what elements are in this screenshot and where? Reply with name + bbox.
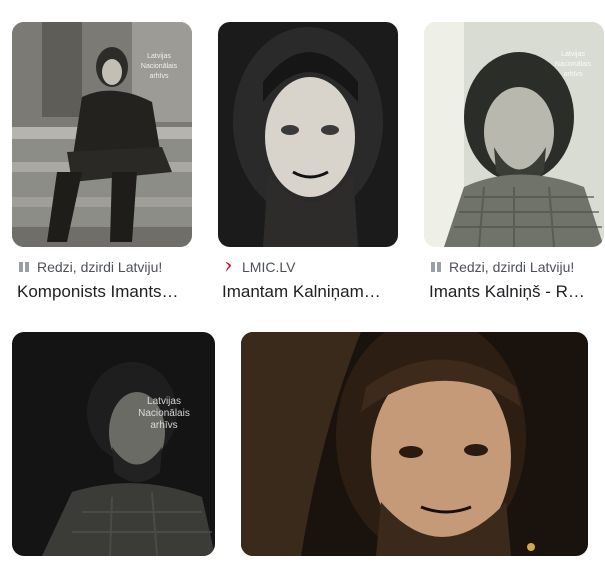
result-title[interactable]: Imants Kalniņš - R…	[429, 282, 599, 302]
photo-man-in-shadow	[12, 332, 215, 556]
book-icon	[429, 260, 443, 274]
archive-watermark: Latvijas Nacionālais arhīvs	[554, 51, 592, 78]
photo-man-closeup	[241, 332, 588, 556]
archive-watermark: Latvijas Nacionālais arhīvs	[140, 53, 178, 80]
result-title[interactable]: Imantam Kalniņam…	[222, 282, 398, 302]
result-source[interactable]: Redzi, dzirdi Latviju!	[17, 259, 162, 275]
result-thumbnail[interactable]: Latvijas Nacionālais arhīvs	[12, 22, 192, 247]
result-thumbnail[interactable]: Latvijas Nacionālais arhīvs	[424, 22, 604, 247]
source-name: LMIC.LV	[242, 259, 296, 275]
archive-watermark: Latvijas Nacionālais arhīvs	[138, 396, 190, 431]
result-thumbnail[interactable]	[218, 22, 398, 247]
book-icon	[17, 260, 31, 274]
photo-man-portrait	[218, 22, 398, 247]
lmic-logo-icon	[222, 260, 236, 274]
result-thumbnail[interactable]	[241, 332, 588, 556]
source-name: Redzi, dzirdi Latviju!	[37, 259, 163, 275]
result-title[interactable]: Komponists Imants…	[17, 282, 197, 302]
result-source[interactable]: LMIC.LV	[222, 259, 295, 275]
source-name: Redzi, dzirdi Latviju!	[449, 259, 575, 275]
result-thumbnail[interactable]: Latvijas Nacionālais arhīvs	[12, 332, 215, 556]
result-source[interactable]: Redzi, dzirdi Latviju!	[429, 259, 574, 275]
